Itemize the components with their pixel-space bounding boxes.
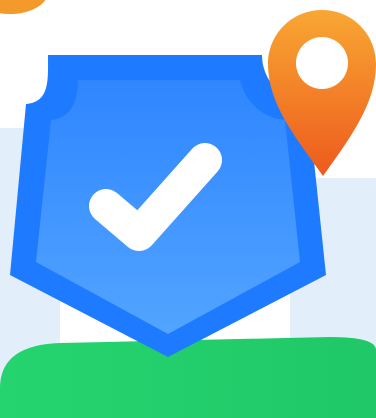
orange-blob: [0, 0, 46, 14]
pin-hole: [296, 37, 348, 89]
green-hill: [0, 337, 376, 418]
security-illustration: [0, 0, 376, 418]
